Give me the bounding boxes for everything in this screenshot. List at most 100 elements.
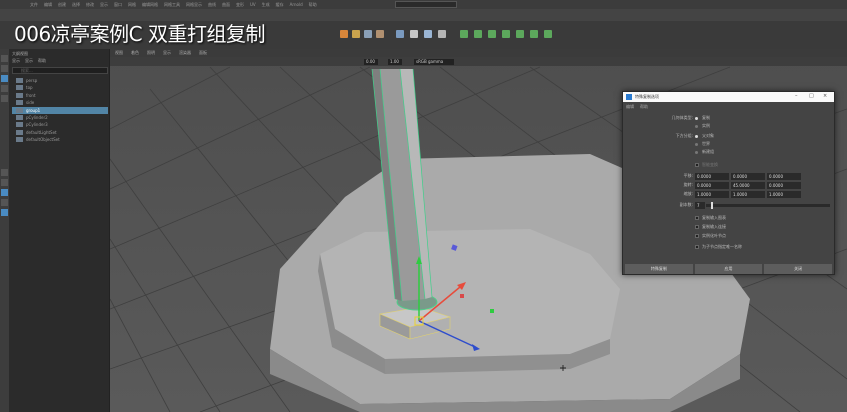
duplicate-special-button[interactable]: 特殊复制 xyxy=(625,264,693,274)
scale-tool-icon[interactable] xyxy=(1,95,8,102)
menu-item[interactable]: 编辑 xyxy=(44,2,52,8)
instance-leaf-nodes-checkbox[interactable]: 实例化叶节点 xyxy=(695,233,726,239)
duplicate-input-connections-checkbox[interactable]: 复制输入连接 xyxy=(695,224,726,230)
radio-instance[interactable]: 实例 xyxy=(695,123,710,129)
translate-y-field[interactable]: 0.0000 xyxy=(731,173,765,180)
menu-item[interactable]: 缓存 xyxy=(276,2,284,8)
outliner-item[interactable]: pCylinder3 xyxy=(12,121,108,128)
outliner-menu-item[interactable]: 显示 xyxy=(25,58,33,64)
unique-names-checkbox[interactable]: 为子节点指定唯一名称 xyxy=(695,244,742,250)
rotate-x-field[interactable]: 0.0000 xyxy=(695,182,729,189)
shelf-tool-icon[interactable] xyxy=(396,30,404,38)
panel-menu-item[interactable]: 显示 xyxy=(163,50,171,56)
outliner-menu-item[interactable]: 帮助 xyxy=(38,58,46,64)
menu-item[interactable]: 变形 xyxy=(236,2,244,8)
shelf-tool-icon[interactable] xyxy=(410,30,418,38)
translate-z-field[interactable]: 0.0000 xyxy=(767,173,801,180)
outliner-menu-item[interactable]: 显示 xyxy=(12,58,20,64)
close-button[interactable]: 关闭 xyxy=(764,264,833,274)
dialog-menu-item[interactable]: 编辑 xyxy=(626,104,634,110)
rotate-y-field[interactable]: 45.0000 xyxy=(731,182,765,189)
menu-item[interactable]: 修改 xyxy=(86,2,94,8)
outliner-item[interactable]: defaultLightSet xyxy=(12,129,108,136)
layout-icon[interactable] xyxy=(1,209,8,216)
radio-parent[interactable]: 父对象 xyxy=(695,133,714,139)
layout-icon[interactable] xyxy=(1,179,8,186)
select-tool-icon[interactable] xyxy=(1,55,8,62)
menu-item[interactable]: 生成 xyxy=(262,2,270,8)
layout-icon[interactable] xyxy=(1,169,8,176)
duplicate-input-graph-checkbox[interactable]: 复制输入图表 xyxy=(695,215,726,221)
close-icon[interactable]: × xyxy=(823,93,827,99)
shelf-tool-icon[interactable] xyxy=(364,30,372,38)
menu-item[interactable]: 曲线 xyxy=(208,2,216,8)
menu-item[interactable]: 编辑网格 xyxy=(142,2,158,8)
menu-item[interactable]: Arnold xyxy=(290,2,303,7)
shelf-tool-icon[interactable] xyxy=(474,30,482,38)
move-tool-icon[interactable] xyxy=(1,75,8,82)
layout-icon[interactable] xyxy=(1,199,8,206)
shelf-tool-icon[interactable] xyxy=(424,30,432,38)
shelf-tool-icon[interactable] xyxy=(516,30,524,38)
minimize-icon[interactable]: – xyxy=(795,93,798,99)
menu-item[interactable]: 窗口 xyxy=(114,2,122,8)
menu-item[interactable]: 网格 xyxy=(128,2,136,8)
menu-item[interactable]: 文件 xyxy=(30,2,38,8)
outliner-item-label: group1 xyxy=(26,107,41,113)
panel-menu-item[interactable]: 照明 xyxy=(147,50,155,56)
menu-item[interactable]: 帮助 xyxy=(309,2,317,8)
menu-item[interactable]: 网格工具 xyxy=(164,2,180,8)
shelf-tool-icon[interactable] xyxy=(340,30,348,38)
rotate-z-field[interactable]: 0.0000 xyxy=(767,182,801,189)
copies-slider-handle[interactable] xyxy=(711,202,713,209)
translate-x-field[interactable]: 0.0000 xyxy=(695,173,729,180)
shelf-tool-icon[interactable] xyxy=(352,30,360,38)
outliner-item[interactable]: front xyxy=(12,92,108,99)
menu-item[interactable]: 选择 xyxy=(72,2,80,8)
rotate-tool-icon[interactable] xyxy=(1,85,8,92)
radio-world[interactable]: 世界 xyxy=(695,141,710,147)
panel-menu-item[interactable]: 着色 xyxy=(131,50,139,56)
colorspace-select[interactable]: sRGB gamma xyxy=(414,59,454,65)
copies-slider[interactable] xyxy=(706,204,830,207)
apply-button[interactable]: 应用 xyxy=(694,264,763,274)
smart-transform-checkbox[interactable]: 智能变换 xyxy=(695,162,718,168)
shelf-tool-icon[interactable] xyxy=(544,30,552,38)
menu-item[interactable]: 创建 xyxy=(58,2,66,8)
radio-new-group[interactable]: 新建组 xyxy=(695,149,714,155)
outliner-item[interactable]: pCylinder2 xyxy=(12,114,108,121)
shelf-tool-icon[interactable] xyxy=(460,30,468,38)
menu-item[interactable]: UV xyxy=(250,2,256,7)
copies-field[interactable]: 7 xyxy=(695,202,705,209)
outliner-search-input[interactable]: 搜索... xyxy=(12,67,108,74)
layout-icon[interactable] xyxy=(1,189,8,196)
shelf-tool-icon[interactable] xyxy=(438,30,446,38)
exposure-field[interactable]: 0.00 xyxy=(364,59,378,65)
panel-menu-item[interactable]: 面板 xyxy=(199,50,207,56)
maximize-icon[interactable]: □ xyxy=(809,93,814,99)
lasso-tool-icon[interactable] xyxy=(1,65,8,72)
scale-x-field[interactable]: 1.0000 xyxy=(695,191,729,198)
radio-off-icon xyxy=(695,142,698,146)
scale-y-field[interactable]: 1.0000 xyxy=(731,191,765,198)
outliner-item[interactable]: defaultObjectSet xyxy=(12,136,108,143)
radio-copy[interactable]: 复制 xyxy=(695,115,710,121)
outliner-item[interactable]: side xyxy=(12,99,108,106)
workspace-select[interactable] xyxy=(395,1,457,8)
menu-item[interactable]: 曲面 xyxy=(222,2,230,8)
outliner-item[interactable]: persp xyxy=(12,77,108,84)
panel-menu-item[interactable]: 视图 xyxy=(115,50,123,56)
menu-item[interactable]: 显示 xyxy=(100,2,108,8)
outliner-item[interactable]: top xyxy=(12,84,108,91)
panel-menu-item[interactable]: 渲染器 xyxy=(179,50,191,56)
node-icon xyxy=(16,129,23,135)
shelf-tool-icon[interactable] xyxy=(530,30,538,38)
outliner-item[interactable]: group1 xyxy=(12,106,108,114)
shelf-tool-icon[interactable] xyxy=(488,30,496,38)
menu-item[interactable]: 网格显示 xyxy=(186,2,202,8)
scale-z-field[interactable]: 1.0000 xyxy=(767,191,801,198)
shelf-tool-icon[interactable] xyxy=(376,30,384,38)
dialog-menu-item[interactable]: 帮助 xyxy=(640,104,648,110)
shelf-tool-icon[interactable] xyxy=(502,30,510,38)
gamma-field[interactable]: 1.00 xyxy=(388,59,402,65)
